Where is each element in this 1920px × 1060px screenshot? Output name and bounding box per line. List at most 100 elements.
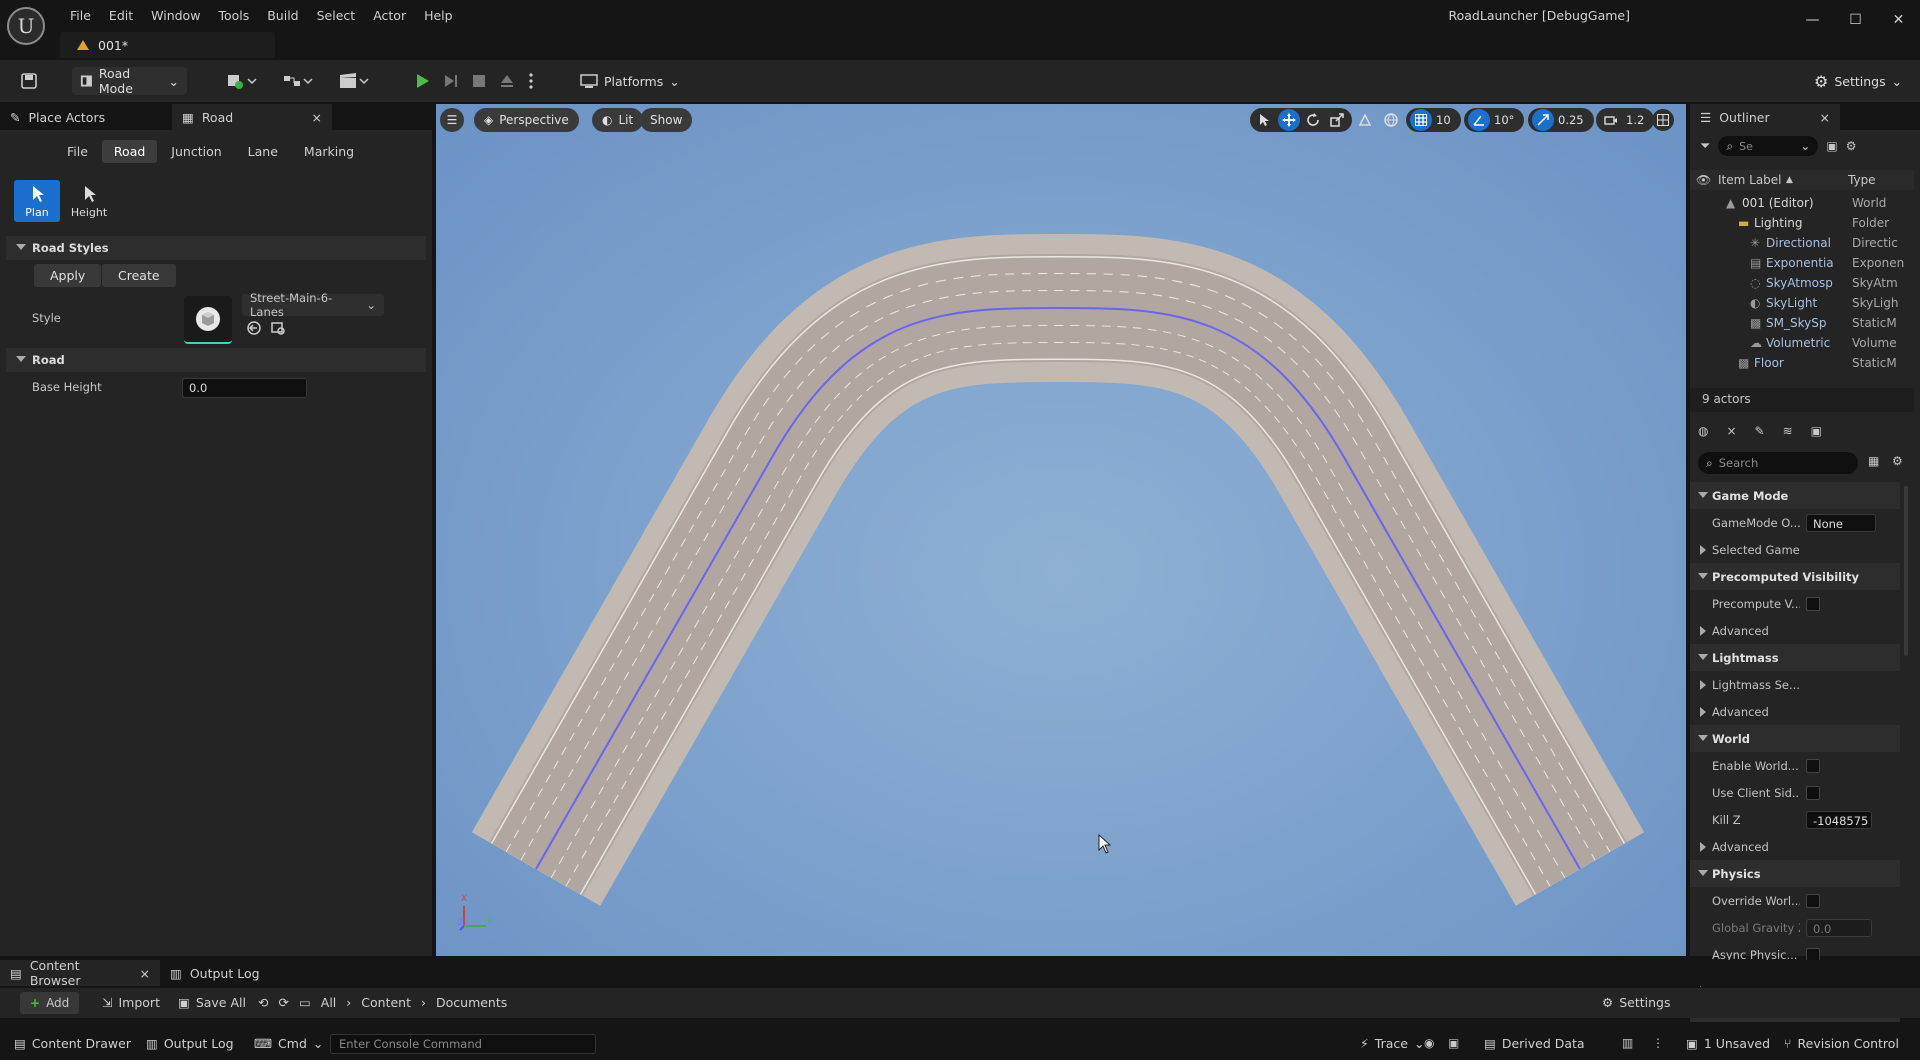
col-item-label[interactable]: Item Label [1718,173,1782,187]
level-details-icon[interactable]: ▣ [1811,424,1822,438]
back-icon[interactable]: ⟲ [258,995,268,1010]
output-log-button[interactable]: ▥ Output Log [146,1036,234,1051]
outliner-row[interactable]: ▤ Exponentia Exponen [1690,253,1914,273]
browse-to-asset-icon[interactable] [246,320,262,336]
col-type[interactable]: Type [1848,173,1876,187]
details-checkbox[interactable] [1806,596,1820,611]
save-icon[interactable] [16,68,42,94]
viewport-menu-icon[interactable]: ☰ [440,108,464,132]
plan-tool-button[interactable]: Plan [14,180,60,222]
add-content-icon[interactable] [222,68,262,94]
outliner-row[interactable]: ▬ Lighting Folder [1690,213,1914,233]
chevron-right-icon[interactable] [1700,545,1706,555]
gear-icon[interactable]: ⚙ [1846,139,1857,153]
scale-snap-control[interactable]: 0.25 [1528,108,1594,132]
details-property[interactable]: Precompute V... [1690,590,1900,617]
details-property[interactable]: Selected GameM [1690,536,1900,563]
chevron-down-icon[interactable] [1698,492,1708,498]
chevron-right-icon[interactable] [1700,626,1706,636]
details-search[interactable]: ⌕ Search [1698,452,1858,474]
details-brush-icon[interactable]: ✎ [1755,424,1765,438]
tab-junction[interactable]: Junction [159,140,233,163]
breadcrumb-all[interactable]: All [321,995,337,1010]
rotate-tool-icon[interactable] [1302,109,1324,131]
save-all-button[interactable]: ▣ Save All [178,995,246,1010]
mode-dropdown[interactable]: Road Mode ⌄ [72,66,187,96]
close-tab-icon[interactable]: × [312,110,322,125]
step-icon[interactable] [438,68,464,94]
chevron-right-icon[interactable] [1700,680,1706,690]
document-tab[interactable]: 001* [60,32,275,58]
tab-road-main[interactable]: Road [101,140,158,163]
menu-window[interactable]: Window [143,5,208,26]
menu-select[interactable]: Select [309,5,364,26]
outliner-row[interactable]: ☁ Volumetric Volume [1690,333,1914,353]
tab-output-log[interactable]: ▥ Output Log [160,960,280,986]
scale-tool-icon[interactable] [1326,109,1348,131]
menu-tools[interactable]: Tools [210,5,257,26]
select-tool-icon[interactable] [1254,109,1276,131]
table-view-icon[interactable]: ▦ [1868,454,1879,468]
camera-speed-control[interactable]: 1.2 [1596,108,1655,132]
angle-snap-icon[interactable] [1468,109,1490,131]
details-scrollbar[interactable] [1904,486,1908,656]
details-property[interactable]: Lightmass Se... [1690,671,1900,698]
layers-icon[interactable]: ≋ [1783,424,1793,438]
outliner-row[interactable]: ◌ SkyAtmosp SkyAtm [1690,273,1914,293]
stop-icon[interactable] [466,68,492,94]
details-property[interactable]: Advanced [1690,833,1900,860]
section-road[interactable]: Road [6,348,426,372]
chevron-down-icon[interactable] [1698,654,1708,660]
find-in-browser-icon[interactable] [270,320,286,336]
platforms-button[interactable]: Platforms ⌄ [572,67,688,95]
chevron-right-icon[interactable] [1700,707,1706,717]
derived-data-button[interactable]: ▤ Derived Data [1484,1036,1585,1051]
details-property[interactable]: Global Gravity Z 0.0 [1690,914,1900,941]
forward-icon[interactable]: ⟳ [278,995,288,1010]
menu-actor[interactable]: Actor [365,5,414,26]
details-checkbox[interactable] [1806,758,1820,773]
stats-icon[interactable]: ▥ [1622,1036,1633,1050]
chevron-down-icon[interactable] [1698,735,1708,741]
grid-snap-icon[interactable] [1410,109,1432,131]
folder-icon[interactable]: ▭ [299,995,311,1010]
details-checkbox[interactable] [1806,893,1820,908]
tab-place-actors[interactable]: ✎ Place Actors [0,104,168,130]
section-road-styles[interactable]: Road Styles [6,236,426,260]
details-section[interactable]: Lightmass [1690,644,1900,671]
tab-content-browser[interactable]: ▤ Content Browser × [0,958,160,988]
level-viewport[interactable]: ☰ ◈ Perspective ◐ Lit Show 10 10° 0.25 1… [436,104,1686,956]
more-options-icon[interactable] [523,68,539,94]
layout-icon[interactable] [1652,109,1674,131]
unsaved-button[interactable]: ▣ 1 Unsaved [1686,1036,1770,1051]
cmd-dropdown[interactable]: ⌨ Cmd ⌄ [254,1036,323,1051]
outliner-row[interactable]: ▲ 001 (Editor) World [1690,193,1914,213]
chevron-down-icon[interactable] [1698,870,1708,876]
menu-build[interactable]: Build [259,5,306,26]
grid-snap-control[interactable]: 10 [1406,108,1461,132]
style-dropdown[interactable]: Street-Main-6-Lanes ⌄ [242,291,384,319]
outliner-row[interactable]: ◐ SkyLight SkyLigh [1690,293,1914,313]
perspective-button[interactable]: ◈ Perspective [474,108,579,132]
details-property[interactable]: Advanced [1690,698,1900,725]
details-field[interactable]: -1048575 [1806,810,1872,829]
details-property[interactable]: Enable World... [1690,752,1900,779]
eject-icon[interactable] [494,68,520,94]
unreal-logo-icon[interactable]: U [7,7,45,45]
menu-file[interactable]: File [62,5,99,26]
details-section[interactable]: World [1690,725,1900,752]
details-property[interactable]: Override Worl... [1690,887,1900,914]
console-input[interactable]: Enter Console Command [330,1034,596,1054]
close-icon[interactable]: ✕ [1877,1,1920,39]
blueprint-icon[interactable] [278,68,318,94]
world-local-icon[interactable] [1380,109,1402,131]
close-tab-icon[interactable]: × [1820,110,1830,125]
tab-marking[interactable]: Marking [292,140,366,163]
content-drawer-button[interactable]: ▤ Content Drawer [14,1036,131,1051]
chevron-down-icon[interactable] [1698,573,1708,579]
menu-edit[interactable]: Edit [101,5,141,26]
outliner-row[interactable]: ▩ Floor StaticM [1690,353,1914,373]
maximize-icon[interactable]: ☐ [1834,1,1877,39]
details-property[interactable]: Advanced [1690,617,1900,644]
eye-icon[interactable]: 👁 [1696,173,1711,187]
